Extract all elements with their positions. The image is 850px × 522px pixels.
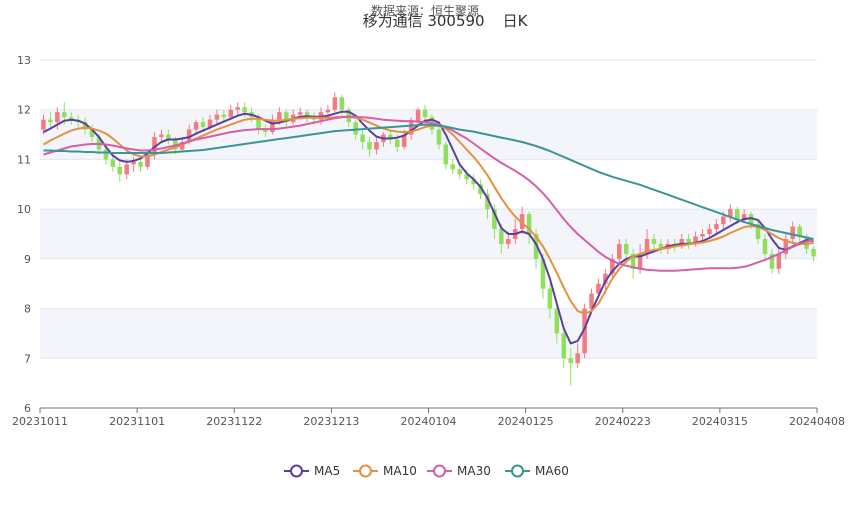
y-tick-label: 6 bbox=[24, 402, 31, 415]
candle-body bbox=[547, 288, 553, 309]
legend-item-ma60: MA60 bbox=[505, 464, 569, 478]
candle-body bbox=[131, 161, 136, 165]
y-tick-label: 11 bbox=[17, 153, 31, 166]
candle-body bbox=[707, 229, 712, 234]
candle-body bbox=[506, 238, 511, 244]
kline-chart: 6 7 8 9 10 11 12 13 20231011 20231101 20231122 202… bbox=[0, 0, 850, 518]
candle-body bbox=[623, 243, 629, 254]
candle-body bbox=[55, 112, 60, 123]
candle-body bbox=[561, 333, 567, 359]
candle bbox=[450, 159, 456, 175]
legend-label: MA10 bbox=[383, 464, 417, 478]
candle-body bbox=[193, 122, 199, 130]
candle-body bbox=[499, 229, 504, 244]
y-tick-label: 7 bbox=[24, 352, 31, 365]
x-tick-label: 20240125 bbox=[498, 415, 554, 428]
candle-body bbox=[124, 164, 129, 175]
candle-body bbox=[325, 109, 331, 113]
legend-marker bbox=[511, 464, 524, 478]
candle-body bbox=[443, 144, 449, 165]
candle-body bbox=[339, 97, 345, 110]
candle-body bbox=[214, 114, 220, 120]
legend-marker bbox=[290, 464, 303, 478]
candle-body bbox=[617, 243, 622, 259]
candle-body bbox=[62, 112, 67, 118]
legend-marker bbox=[433, 464, 446, 478]
candle-body bbox=[48, 119, 53, 123]
candle-body bbox=[353, 122, 358, 135]
candle-body bbox=[235, 107, 240, 110]
x-tick-label: 20240408 bbox=[789, 415, 845, 428]
band bbox=[40, 308, 817, 359]
legend: MA5 MA10 MA30 MA60 bbox=[284, 464, 569, 478]
candle-body bbox=[242, 107, 247, 113]
candle-body bbox=[457, 169, 462, 175]
candle-body bbox=[575, 353, 580, 364]
x-axis: 20231011 20231101 20231122 20231213 20240104… bbox=[12, 407, 845, 428]
candle-body bbox=[277, 112, 282, 120]
candle-body bbox=[700, 234, 705, 237]
candle-body bbox=[41, 119, 46, 130]
x-tick-label: 20231213 bbox=[303, 415, 359, 428]
candle-body bbox=[395, 139, 400, 147]
candle-body bbox=[415, 109, 421, 123]
candle-body bbox=[422, 109, 428, 118]
candle-body bbox=[721, 216, 726, 225]
candle-body bbox=[200, 122, 206, 128]
candle-body bbox=[714, 224, 719, 230]
x-tick-label: 20240104 bbox=[401, 415, 457, 428]
x-tick-label: 20231101 bbox=[109, 415, 165, 428]
y-tick-label: 10 bbox=[17, 203, 31, 216]
legend-item-ma5: MA5 bbox=[284, 464, 340, 478]
candle-body bbox=[138, 161, 143, 167]
candle-body bbox=[103, 149, 109, 160]
candle-body bbox=[159, 134, 164, 138]
y-tick-label: 8 bbox=[24, 303, 31, 316]
candle-body bbox=[117, 166, 123, 175]
candle-body bbox=[367, 142, 372, 150]
candle-body bbox=[734, 209, 740, 220]
candle-body bbox=[221, 114, 227, 118]
y-tick-label: 13 bbox=[17, 54, 31, 67]
legend-label: MA30 bbox=[457, 464, 491, 478]
candle bbox=[117, 161, 123, 182]
candle-body bbox=[228, 109, 234, 118]
legend-item-ma30: MA30 bbox=[427, 464, 491, 478]
candle-body bbox=[450, 164, 456, 170]
legend-label: MA5 bbox=[314, 464, 340, 478]
candle-body bbox=[568, 358, 573, 364]
y-axis-tick-labels: 6 7 8 9 10 11 12 13 bbox=[17, 54, 31, 415]
candle-body bbox=[360, 134, 365, 143]
candle-body bbox=[332, 97, 338, 110]
candle-body bbox=[790, 226, 795, 239]
candle-body bbox=[776, 253, 782, 269]
x-tick-label: 20231011 bbox=[12, 415, 68, 428]
legend-label: MA60 bbox=[535, 464, 569, 478]
x-tick-label: 20240315 bbox=[692, 415, 748, 428]
y-tick-label: 9 bbox=[24, 253, 31, 266]
candle-body bbox=[374, 142, 379, 150]
candle bbox=[561, 328, 567, 369]
data-source-note: 数据来源：恒生聚源 bbox=[371, 3, 479, 18]
chart-canvas: 678910111213 20231011 20231101 20231122 202… bbox=[12, 3, 845, 478]
x-tick-label: 20240223 bbox=[595, 415, 651, 428]
candle-body bbox=[762, 238, 768, 254]
y-tick-label: 12 bbox=[17, 104, 31, 117]
legend-marker bbox=[359, 464, 372, 478]
candle bbox=[443, 142, 449, 170]
candle bbox=[332, 92, 338, 113]
candle-body bbox=[436, 129, 442, 145]
candle-body bbox=[110, 159, 116, 167]
legend-item-ma10: MA10 bbox=[353, 464, 417, 478]
x-tick-label: 20231122 bbox=[206, 415, 262, 428]
candle-body bbox=[297, 112, 303, 115]
candle-body bbox=[811, 248, 816, 257]
candle-body bbox=[651, 238, 657, 244]
